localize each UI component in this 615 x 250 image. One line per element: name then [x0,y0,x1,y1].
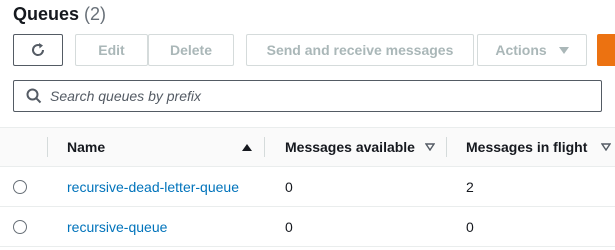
column-divider [264,137,265,157]
queue-count: (2) [84,4,107,24]
refresh-icon [32,43,45,56]
toolbar: Edit Delete Send and receive messages Ac… [13,34,615,66]
refresh-button[interactable] [13,34,63,66]
search-placeholder: Search queues by prefix [50,88,201,104]
messages-available-value: 0 [285,218,293,235]
queue-name-link[interactable]: recursive-dead-letter-queue [67,167,239,206]
messages-in-flight-value: 0 [466,218,474,235]
chevron-down-icon [558,46,569,54]
delete-button[interactable]: Delete [148,34,234,66]
row-select[interactable] [13,207,27,246]
page-title: Queues [13,4,80,24]
column-divider [47,137,48,157]
messages-in-flight-value: 2 [466,178,474,195]
table-row[interactable]: recursive-queue 0 0 [0,207,615,247]
actions-label: Actions [495,42,547,58]
sort-ascending-icon [242,143,252,151]
search-input[interactable]: Search queues by prefix [13,80,602,112]
create-queue-button[interactable] [597,34,615,66]
queue-name-link[interactable]: recursive-queue [67,207,167,246]
column-header-messages-in-flight[interactable]: Messages in flight [466,128,611,166]
sort-icon [425,143,435,151]
sort-icon [601,143,611,151]
actions-dropdown[interactable]: Actions [477,34,587,66]
search-icon [26,88,42,104]
radio-button[interactable] [13,179,27,194]
queues-table: Name Messages available Messages in flig… [0,127,615,250]
table-header: Name Messages available Messages in flig… [0,127,615,167]
column-divider [446,137,447,157]
messages-available-value: 0 [285,178,293,195]
column-header-name[interactable]: Name [67,128,252,166]
edit-button[interactable]: Edit [75,34,148,66]
send-receive-button[interactable]: Send and receive messages [246,34,474,66]
radio-button[interactable] [13,219,27,234]
table-row[interactable]: recursive-dead-letter-queue 0 2 [0,167,615,207]
page-header: Queues (2) [13,4,106,26]
row-select[interactable] [13,167,27,206]
column-header-messages-available[interactable]: Messages available [285,128,435,166]
